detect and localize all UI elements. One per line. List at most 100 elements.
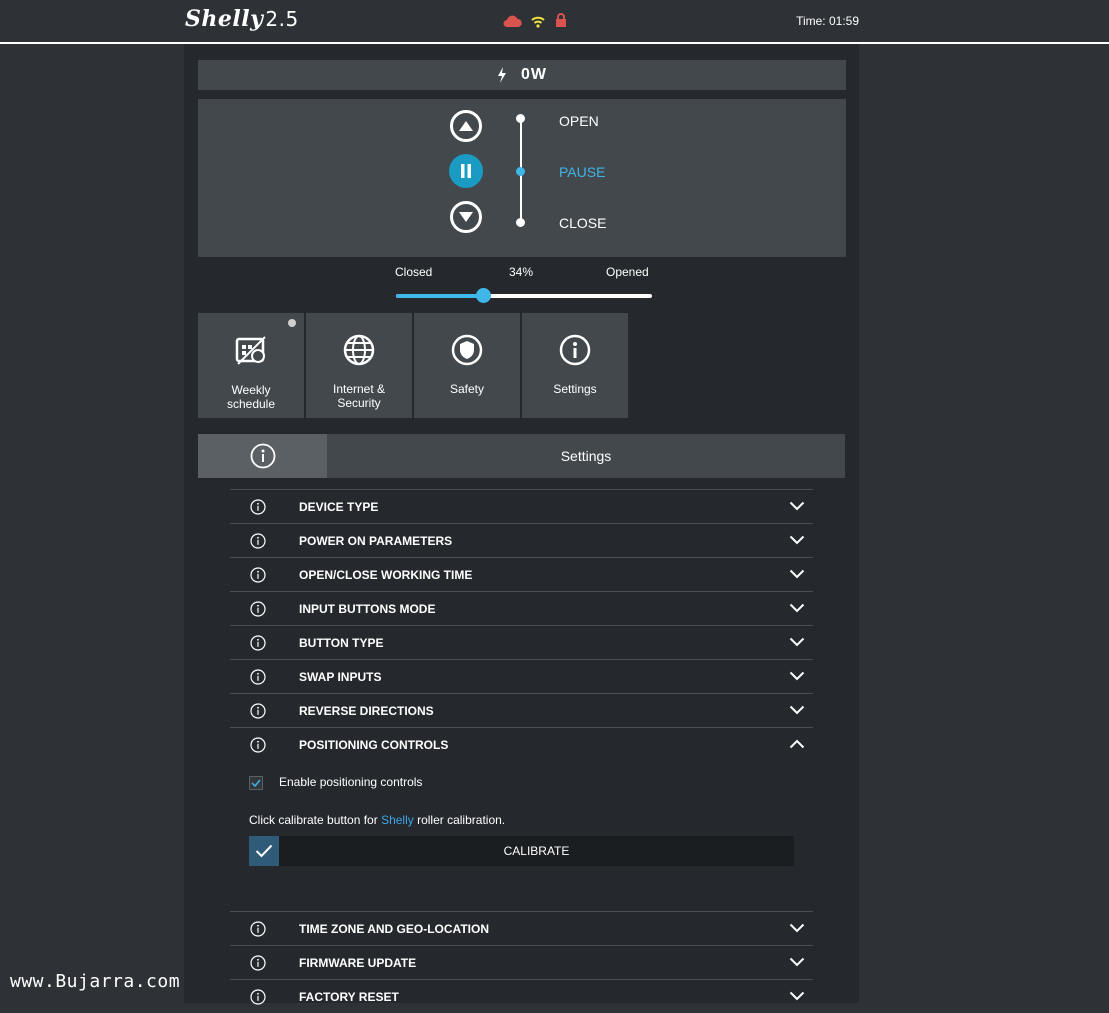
info-icon [250, 443, 275, 469]
chevron-down-icon [789, 501, 805, 511]
position-slider[interactable] [396, 288, 652, 303]
close-state-dot [516, 218, 525, 227]
slider-opened-label: Opened [606, 265, 649, 279]
time-value: 01:59 [828, 14, 859, 28]
tile-label: Internet & [332, 382, 386, 396]
chevron-down-icon [789, 957, 805, 967]
tile-safety[interactable]: Safety [414, 313, 520, 418]
info-icon [559, 334, 591, 366]
open-state-dot [516, 114, 525, 123]
setting-label: TIME ZONE AND GEO-LOCATION [299, 922, 489, 936]
hint-text-before: Click calibrate button for [249, 813, 382, 827]
setting-row-device-type[interactable]: DEVICE TYPE [230, 489, 813, 523]
info-icon [250, 533, 266, 549]
open-button[interactable] [450, 110, 482, 142]
shelly-logo: Shelly 2.5 [185, 6, 299, 32]
arrow-up-icon [459, 121, 473, 131]
checkmark-icon [251, 779, 261, 788]
brand-version: 2.5 [265, 7, 299, 31]
settings-tab-bar: Settings [198, 434, 845, 478]
calibrate-label: CALIBRATE [503, 844, 570, 858]
tab-info[interactable] [198, 434, 327, 478]
setting-row-power-on-parameters[interactable]: POWER ON PARAMETERS [230, 523, 813, 557]
bolt-icon [498, 67, 506, 83]
open-label[interactable]: OPEN [559, 113, 599, 129]
tile-settings[interactable]: Settings [522, 313, 628, 418]
setting-label: DEVICE TYPE [299, 500, 379, 514]
calibration-hint: Click calibrate button for Shelly roller… [249, 813, 505, 827]
arrow-down-icon [459, 212, 473, 222]
enable-positioning-checkbox[interactable] [249, 776, 263, 790]
setting-label: FIRMWARE UPDATE [299, 956, 417, 970]
tile-label: schedule [226, 397, 276, 411]
wifi-icon [531, 16, 545, 28]
globe-icon [343, 334, 375, 366]
info-icon [250, 737, 266, 753]
top-bar: Shelly 2.5 Time: 01:59 [0, 0, 1109, 44]
setting-label: SWAP INPUTS [299, 670, 382, 684]
setting-row-button-type[interactable]: BUTTON TYPE [230, 625, 813, 659]
shelly-link[interactable]: Shelly [381, 813, 414, 827]
slider-closed-label: Closed [395, 265, 433, 279]
status-icons [502, 13, 568, 28]
info-icon [250, 921, 266, 937]
pause-state-dot [516, 167, 525, 176]
close-label[interactable]: CLOSE [559, 215, 606, 231]
info-icon [250, 499, 266, 515]
settings-list: DEVICE TYPE POWER ON PARAMETERS OPEN/CLO… [230, 489, 813, 1013]
lock-icon [556, 13, 566, 27]
chevron-down-icon [789, 603, 805, 613]
chevron-down-icon [789, 991, 805, 1001]
time-label: Time: [796, 14, 826, 28]
chevron-down-icon [789, 569, 805, 579]
watermark: www.Bujarra.com [10, 971, 181, 992]
tile-weekly-schedule[interactable]: Weekly schedule [198, 313, 304, 418]
setting-label: OPEN/CLOSE WORKING TIME [299, 568, 473, 582]
pause-icon [461, 164, 471, 178]
hint-text-after: roller calibration. [413, 813, 506, 827]
setting-row-open-close-working-time[interactable]: OPEN/CLOSE WORKING TIME [230, 557, 813, 591]
tile-label: Security [337, 396, 381, 410]
chevron-up-icon [789, 739, 805, 749]
roller-control: OPEN PAUSE CLOSE [198, 99, 846, 257]
calibrate-button[interactable]: CALIBRATE [249, 836, 794, 866]
feature-tiles: Weekly schedule Internet & Security Safe… [198, 313, 628, 418]
enable-positioning-label: Enable positioning controls [279, 775, 423, 789]
info-icon [250, 669, 266, 685]
setting-label: REVERSE DIRECTIONS [299, 704, 434, 718]
setting-row-input-buttons-mode[interactable]: INPUT BUTTONS MODE [230, 591, 813, 625]
calibrate-check [249, 836, 279, 866]
pause-button[interactable] [449, 154, 483, 188]
slider-thumb[interactable] [476, 288, 492, 303]
tile-internet-security[interactable]: Internet & Security [306, 313, 412, 418]
setting-label: FACTORY RESET [299, 990, 399, 1004]
info-icon [250, 635, 266, 651]
chevron-down-icon [789, 923, 805, 933]
setting-row-time-zone[interactable]: TIME ZONE AND GEO-LOCATION [230, 911, 813, 945]
power-value: 0W [521, 66, 547, 83]
setting-row-firmware-update[interactable]: FIRMWARE UPDATE [230, 945, 813, 979]
cloud-icon [503, 15, 522, 27]
setting-row-factory-reset[interactable]: FACTORY RESET [230, 979, 813, 1013]
close-button[interactable] [450, 201, 482, 233]
power-readout: 0W [198, 60, 846, 90]
positioning-controls-panel: Enable positioning controls Click calibr… [230, 761, 813, 911]
tab-settings[interactable]: Settings [327, 434, 845, 478]
setting-label: POWER ON PARAMETERS [299, 534, 453, 548]
info-icon [250, 703, 266, 719]
chevron-down-icon [789, 637, 805, 647]
info-icon [250, 955, 266, 971]
chevron-down-icon [789, 705, 805, 715]
setting-row-swap-inputs[interactable]: SWAP INPUTS [230, 659, 813, 693]
slider-value-label: 34% [509, 265, 534, 279]
clock: Time: 01:59 [796, 14, 859, 28]
setting-row-reverse-directions[interactable]: REVERSE DIRECTIONS [230, 693, 813, 727]
setting-label: BUTTON TYPE [299, 636, 384, 650]
notification-badge [288, 319, 296, 327]
pause-label[interactable]: PAUSE [559, 164, 605, 180]
info-icon [250, 567, 266, 583]
brand-name: Shelly [185, 6, 264, 32]
setting-row-positioning-controls[interactable]: POSITIONING CONTROLS [230, 727, 813, 761]
info-icon [250, 601, 266, 617]
setting-label: POSITIONING CONTROLS [299, 738, 449, 752]
